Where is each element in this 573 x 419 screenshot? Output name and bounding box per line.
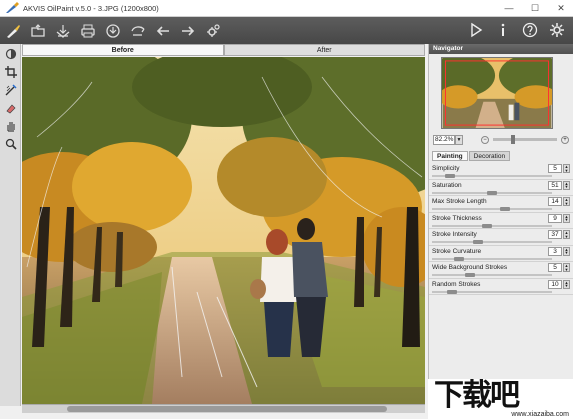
param-label: Saturation [432, 181, 462, 189]
horizontal-scrollbar[interactable] [22, 404, 425, 413]
param-value[interactable]: 14 [548, 197, 562, 206]
watermark: 下载吧 www.xiazaiba.com [428, 379, 573, 419]
watermark-url: www.xiazaiba.com [511, 411, 569, 418]
spinner-icon[interactable]: ▲ ▼ [563, 164, 570, 173]
tab-painting[interactable]: Painting [432, 151, 468, 161]
redo-icon[interactable] [176, 20, 200, 42]
zoom-icon[interactable] [1, 136, 20, 152]
param-label: Stroke Curvature [432, 247, 482, 255]
zoom-slider[interactable] [493, 135, 557, 144]
batch-icon[interactable] [126, 20, 150, 42]
param-label: Wide Background Strokes [432, 264, 508, 271]
spinner-icon[interactable]: ▲ ▼ [563, 197, 570, 206]
param-value[interactable]: 5 [548, 164, 562, 173]
play-run-icon[interactable] [464, 19, 488, 41]
param-slider-thumb[interactable] [500, 207, 511, 211]
param-slider-thumb[interactable] [447, 289, 458, 294]
param-label: Stroke Thickness [432, 214, 482, 222]
param-label: Max Stroke Length [432, 198, 487, 205]
param-slider-thumb[interactable] [472, 240, 483, 244]
help-icon[interactable] [518, 19, 542, 41]
save-icon[interactable] [51, 20, 75, 42]
param-label: Stroke Intensity [432, 231, 477, 238]
param-slider-thumb[interactable] [487, 190, 497, 195]
eraser-icon[interactable] [1, 100, 20, 116]
param-slider[interactable] [432, 257, 552, 260]
right-panel: Navigator 82.2% ▼ − + Painting Decoratio… [428, 44, 573, 419]
photo-park-couple [22, 57, 425, 404]
param-value[interactable]: 9 [548, 213, 562, 223]
chevron-down-icon[interactable]: ▼ [455, 134, 463, 145]
print-icon[interactable] [76, 20, 100, 42]
param-slider[interactable] [432, 208, 552, 210]
parameters-list: Simplicity 5 ▲ ▼ Saturation 51 ▲ ▼ Max Str… [429, 163, 573, 295]
param-label: Random Strokes [432, 280, 481, 288]
tab-after[interactable]: After [223, 44, 425, 56]
tab-decoration[interactable]: Decoration [468, 151, 511, 161]
spinner-icon[interactable]: ▲ ▼ [563, 246, 570, 256]
param-saturation: Saturation 51 ▲ ▼ [429, 180, 573, 196]
scrollbar-thumb[interactable] [67, 406, 387, 412]
view-tabs: Before After [22, 44, 425, 56]
spinner-icon[interactable]: ▲ ▼ [563, 213, 570, 223]
param-slider[interactable] [432, 241, 552, 243]
param-value[interactable]: 51 [548, 180, 562, 190]
spinner-icon[interactable]: ▲ ▼ [563, 230, 570, 239]
zoom-controls: 82.2% ▼ − + [433, 134, 573, 145]
watermark-logo: 下载吧 [434, 378, 520, 413]
undo-icon[interactable] [151, 20, 175, 42]
before-after-icon[interactable] [1, 46, 20, 62]
param-value[interactable]: 3 [548, 246, 562, 256]
param-slider-thumb[interactable] [465, 273, 475, 277]
param-slider-thumb[interactable] [481, 223, 492, 228]
spinner-icon[interactable]: ▲ ▼ [563, 279, 570, 289]
settings-tabs: Painting Decoration [432, 151, 573, 161]
app-logo-icon [6, 2, 19, 13]
spinner-icon[interactable]: ▲ ▼ [563, 180, 570, 190]
param-simplicity: Simplicity 5 ▲ ▼ [429, 163, 573, 180]
param-slider-thumb[interactable] [454, 256, 464, 261]
tab-before[interactable]: Before [22, 44, 224, 56]
param-stroke-intensity: Stroke Intensity 37 ▲ ▼ [429, 229, 573, 246]
navigator-header: Navigator [429, 44, 573, 54]
open-file-icon[interactable] [26, 20, 50, 42]
info-icon[interactable] [491, 19, 515, 41]
navigator-preview[interactable] [428, 54, 566, 129]
param-random-strokes: Random Strokes 10 ▲ ▼ [429, 279, 573, 295]
param-slider[interactable] [432, 224, 552, 227]
window-title: AKVIS OilPaint v.5.0 - 3.JPG (1200x800) [23, 3, 159, 13]
hand-icon[interactable] [1, 118, 20, 134]
close-icon[interactable]: ✕ [553, 1, 569, 15]
param-value[interactable]: 37 [548, 230, 562, 239]
param-value[interactable]: 5 [548, 263, 562, 272]
zoom-value[interactable]: 82.2% [433, 134, 455, 145]
preferences-gear-icon[interactable] [545, 19, 569, 41]
param-wide-background-strokes: Wide Background Strokes 5 ▲ ▼ [429, 262, 573, 279]
share-icon[interactable] [101, 20, 125, 42]
spinner-icon[interactable]: ▲ ▼ [563, 263, 570, 272]
main-toolbar [0, 17, 573, 44]
zoom-in-icon[interactable]: + [561, 135, 569, 144]
direction-brush-icon[interactable] [1, 82, 20, 98]
app-window: AKVIS OilPaint v.5.0 - 3.JPG (1200x800) … [0, 0, 573, 419]
left-toolbar [0, 44, 21, 406]
param-label: Simplicity [432, 165, 460, 172]
param-stroke-curvature: Stroke Curvature 3 ▲ ▼ [429, 246, 573, 262]
param-stroke-thickness: Stroke Thickness 9 ▲ ▼ [429, 213, 573, 229]
zoom-out-icon[interactable]: − [481, 135, 489, 144]
maximize-icon[interactable]: ☐ [527, 1, 543, 15]
minimize-icon[interactable]: — [501, 1, 517, 15]
param-value[interactable]: 10 [548, 279, 562, 289]
settings-gear-icon[interactable] [201, 20, 225, 42]
image-canvas[interactable] [22, 57, 425, 404]
crop-icon[interactable] [1, 64, 20, 80]
logo-brush-icon [1, 20, 25, 42]
param-slider[interactable] [432, 274, 552, 276]
zoom-slider-knob[interactable] [511, 135, 515, 144]
param-slider-thumb[interactable] [445, 174, 456, 178]
title-bar: AKVIS OilPaint v.5.0 - 3.JPG (1200x800) … [0, 0, 573, 17]
param-max-stroke-length: Max Stroke Length 14 ▲ ▼ [429, 196, 573, 213]
